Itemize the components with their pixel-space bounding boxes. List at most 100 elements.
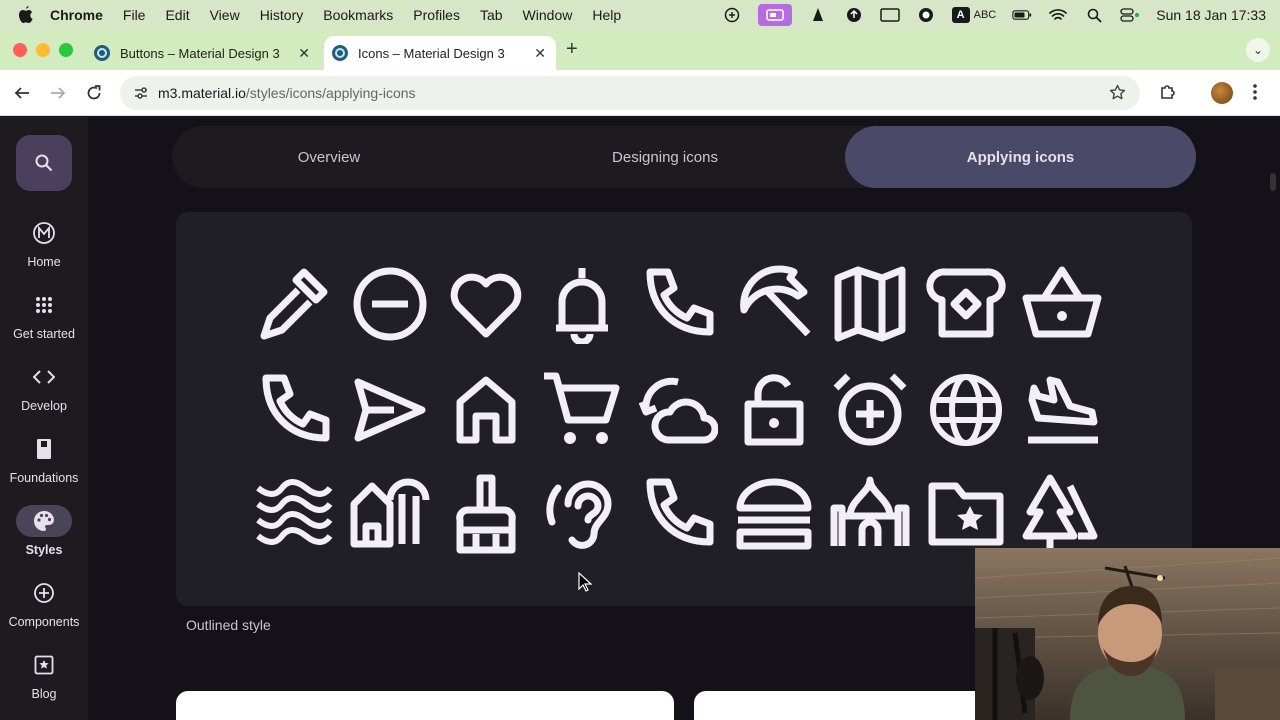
flight-land-icon: [1028, 376, 1098, 444]
tab-search-chevron-icon[interactable]: ⌄: [1246, 38, 1270, 62]
rail-item-label: Develop: [21, 399, 67, 413]
shopping-cart-icon: [544, 372, 620, 444]
clock[interactable]: Sun 18 Jan 17:33: [1156, 7, 1266, 23]
send-icon: [354, 378, 426, 442]
alarm-add-icon: [833, 373, 907, 446]
apple-icon[interactable]: [18, 6, 36, 24]
tab-title: Icons – Material Design 3: [358, 45, 505, 61]
home-icon: [456, 376, 516, 444]
language-icon: [930, 374, 1002, 446]
m3-logo-icon: [16, 217, 72, 249]
extensions-puzzle-icon[interactable]: [1158, 82, 1178, 107]
control-center-icon[interactable]: [1120, 7, 1140, 23]
call-icon: [646, 478, 714, 546]
page-tabs: Overview Designing icons Applying icons: [172, 126, 1196, 188]
rail-item-styles[interactable]: Styles: [0, 505, 88, 557]
tab-overview[interactable]: Overview: [172, 126, 486, 188]
lock-open-icon: [744, 374, 804, 446]
browser-toolbar: m3.material.io/styles/icons/applying-ico…: [0, 70, 1280, 116]
menu-profiles[interactable]: Profiles: [413, 7, 460, 23]
close-tab-icon[interactable]: ✕: [298, 45, 310, 62]
navigation-rail: Home Get started Develop Foundations Sty: [0, 117, 88, 720]
battery-icon[interactable]: [1012, 7, 1032, 23]
zoom-window-button[interactable]: [59, 43, 73, 57]
menubar-status-area: A ABC Sun 18 Jan 17:33: [722, 0, 1266, 30]
site-info-icon[interactable]: [132, 84, 150, 102]
vlc-icon[interactable]: [808, 7, 828, 23]
apps-grid-icon: [16, 289, 72, 321]
lunch-dining-icon: [736, 478, 812, 550]
browser-tab-icons[interactable]: Icons – Material Design 3 ✕: [324, 36, 556, 70]
folder-special-icon: [928, 482, 1004, 546]
mouse-pointer-icon: [578, 572, 592, 592]
wifi-icon[interactable]: [1048, 7, 1068, 23]
call-icon: [646, 268, 714, 336]
hearing-icon: [546, 480, 612, 549]
menu-window[interactable]: Window: [523, 7, 573, 23]
tab-applying-icons[interactable]: Applying icons: [845, 126, 1196, 188]
favorite-icon: [450, 273, 522, 338]
cleaning-icon: [456, 474, 516, 554]
record-icon[interactable]: [916, 7, 936, 23]
webcam-overlay: [975, 548, 1280, 720]
notifications-icon: [556, 268, 608, 344]
menu-tab[interactable]: Tab: [480, 7, 503, 23]
call-icon: [262, 374, 330, 442]
address-bar[interactable]: m3.material.io/styles/icons/applying-ico…: [120, 76, 1140, 110]
minimize-window-button[interactable]: [36, 43, 50, 57]
bakery-icon: [926, 268, 1006, 338]
menu-edit[interactable]: Edit: [165, 7, 189, 23]
macos-menubar: Chrome File Edit View History Bookmarks …: [0, 0, 1280, 30]
colorize-icon: [260, 268, 328, 340]
close-window-button[interactable]: [13, 43, 27, 57]
menu-history[interactable]: History: [260, 7, 304, 23]
screen-share-icon[interactable]: [722, 7, 742, 23]
forward-arrow-icon[interactable]: [47, 82, 69, 104]
material-favicon-icon: [94, 45, 110, 61]
reload-icon[interactable]: [83, 82, 105, 104]
rail-item-label: Foundations: [9, 471, 79, 485]
rail-item-foundations[interactable]: Foundations: [0, 433, 88, 485]
close-tab-icon[interactable]: ✕: [534, 45, 546, 62]
scrollbar-thumb[interactable]: [1270, 173, 1276, 191]
menu-view[interactable]: View: [210, 7, 240, 23]
display-icon[interactable]: [879, 7, 900, 23]
new-tab-icon[interactable]: +: [566, 38, 578, 61]
more-options-icon[interactable]: [1252, 82, 1258, 107]
rail-item-develop[interactable]: Develop: [0, 361, 88, 413]
search-icon: [35, 154, 53, 172]
menu-file[interactable]: File: [123, 7, 146, 23]
shopping-basket-icon: [1022, 266, 1102, 338]
back-arrow-icon[interactable]: [11, 82, 33, 104]
upload-icon[interactable]: [844, 7, 864, 23]
cloud-sync-icon: [638, 377, 718, 444]
profile-avatar[interactable]: [1211, 82, 1233, 104]
menu-app-name[interactable]: Chrome: [50, 7, 103, 23]
code-icon: [16, 361, 72, 393]
rail-item-label: Blog: [31, 687, 57, 701]
spotlight-search-icon[interactable]: [1084, 7, 1104, 23]
menu-help[interactable]: Help: [592, 7, 621, 23]
menu-bookmarks[interactable]: Bookmarks: [323, 7, 393, 23]
rail-item-get-started[interactable]: Get started: [0, 289, 88, 341]
tab-designing-icons[interactable]: Designing icons: [502, 126, 828, 188]
url-text: m3.material.io/styles/icons/applying-ico…: [158, 85, 416, 101]
bookmark-star-icon[interactable]: [1109, 84, 1126, 106]
rail-item-label: Get started: [13, 327, 75, 341]
rail-item-label: Components: [8, 615, 80, 629]
browser-tab-strip: Buttons – Material Design 3 ✕ Icons – Ma…: [0, 30, 1280, 70]
waves-icon: [256, 479, 333, 545]
url-host: m3.material.io: [158, 85, 246, 101]
tab-title: Buttons – Material Design 3: [120, 45, 280, 61]
browser-tab-buttons[interactable]: Buttons – Material Design 3 ✕: [84, 36, 320, 70]
rail-item-components[interactable]: Components: [0, 577, 88, 629]
remove-circle-icon: [353, 267, 427, 341]
rail-item-home[interactable]: Home: [0, 217, 88, 269]
palette-icon: [16, 505, 72, 537]
forest-icon: [1022, 474, 1098, 552]
camera-recording-icon[interactable]: [757, 4, 792, 26]
search-button[interactable]: [16, 135, 72, 191]
input-source-indicator[interactable]: A ABC: [951, 7, 997, 23]
rail-item-blog[interactable]: Blog: [0, 649, 88, 701]
input-source-label: ABC: [973, 9, 997, 21]
